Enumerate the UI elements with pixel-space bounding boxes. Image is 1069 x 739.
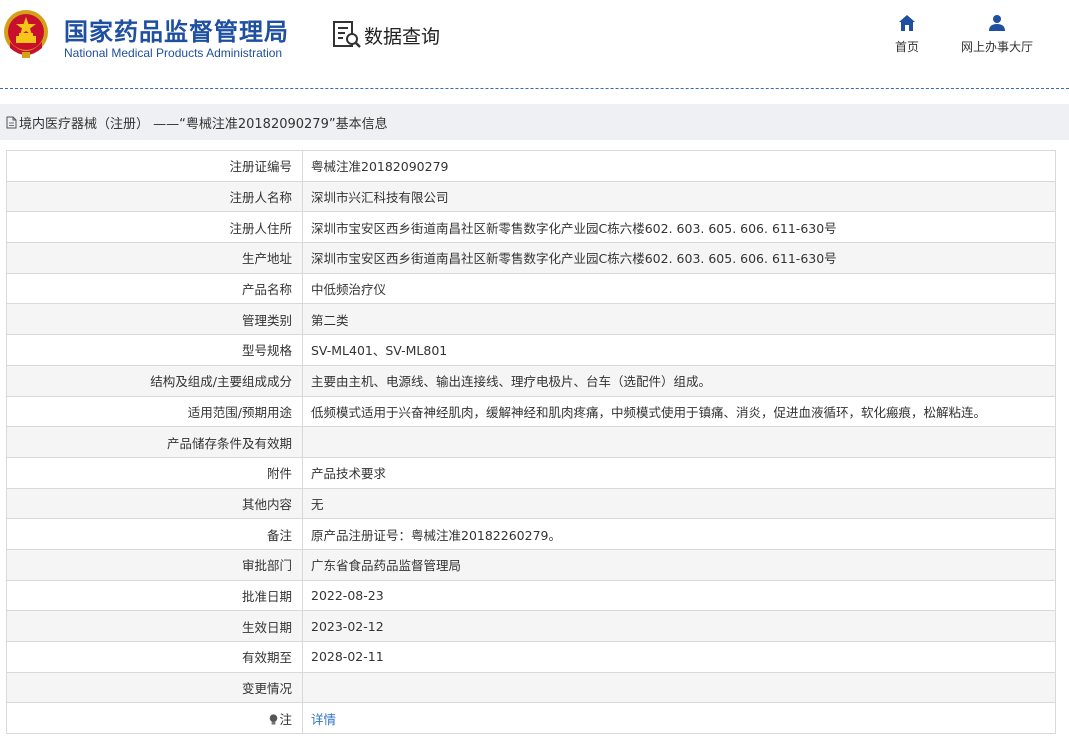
field-value: 中低频治疗仪: [302, 272, 1056, 305]
field-label: 适用范围/预期用途: [6, 395, 303, 428]
agency-name-en: National Medical Products Administration: [64, 46, 283, 60]
field-label: 结构及组成/主要组成成分: [6, 364, 303, 397]
field-value: 广东省食品药品监督管理局: [302, 548, 1056, 581]
breadcrumb: 境内医疗器械（注册） ——“粤械注准20182090279”基本信息: [0, 104, 1069, 140]
note-label-cell: 注: [6, 702, 303, 735]
user-icon: [989, 15, 1005, 31]
field-label: 批准日期: [6, 579, 303, 612]
field-label: 生产地址: [6, 242, 303, 274]
breadcrumb-text: 境内医疗器械（注册） ——“粤械注准20182090279”基本信息: [19, 116, 388, 132]
lightbulb-icon: [270, 714, 278, 725]
field-label: 审批部门: [6, 548, 303, 581]
field-value: 2022-08-23: [302, 579, 1056, 612]
field-value: 产品技术要求: [302, 456, 1056, 489]
field-value: 低频模式适用于兴奋神经肌肉，缓解神经和肌肉疼痛，中频模式使用于镇痛、消炎，促进血…: [302, 395, 1056, 428]
field-value: 2028-02-11: [302, 641, 1056, 673]
table-row: 注册人住所 深圳市宝安区西乡街道南昌社区新零售数字化产业园C栋六楼602. 603…: [6, 211, 1056, 244]
table-row: 生效日期 2023-02-12: [6, 610, 1056, 642]
document-icon: [6, 116, 17, 128]
note-value-cell: 详情: [302, 702, 1056, 735]
table-row: 变更情况: [6, 671, 1056, 704]
home-icon: [899, 15, 915, 31]
field-label: 其他内容: [6, 487, 303, 520]
table-row: 生产地址 深圳市宝安区西乡街道南昌社区新零售数字化产业园C栋六楼602. 603.…: [6, 242, 1056, 274]
nav-home-label: 首页: [894, 40, 919, 54]
table-row: 产品储存条件及有效期: [6, 426, 1056, 458]
field-label: 管理类别: [6, 303, 303, 336]
table-row: 有效期至 2028-02-11: [6, 641, 1056, 673]
table-row: 适用范围/预期用途 低频模式适用于兴奋神经肌肉，缓解神经和肌肉疼痛，中频模式使用于…: [6, 395, 1056, 428]
field-label: 注册证编号: [6, 150, 303, 182]
note-label: 注: [279, 711, 292, 727]
field-value: 2023-02-12: [302, 610, 1056, 642]
field-value: 深圳市宝安区西乡街道南昌社区新零售数字化产业园C栋六楼602. 603. 605…: [302, 242, 1056, 274]
field-value: 第二类: [302, 303, 1056, 336]
field-label: 有效期至: [6, 641, 303, 673]
table-row: 批准日期 2022-08-23: [6, 579, 1056, 612]
field-label: 生效日期: [6, 610, 303, 642]
field-label: 变更情况: [6, 671, 303, 704]
table-row: 其他内容无: [6, 487, 1056, 520]
field-value: [302, 671, 1056, 704]
details-link[interactable]: 详情: [311, 712, 336, 727]
field-label: 产品名称: [6, 272, 303, 305]
table-row: 注册人名称 深圳市兴汇科技有限公司: [6, 180, 1056, 213]
field-value: 无: [302, 487, 1056, 520]
agency-name-cn: 国家药品监督管理局: [64, 18, 289, 46]
data-query-icon: [333, 21, 361, 48]
nav-online-service-hall-label: 网上办事大厅: [960, 40, 1033, 54]
field-value: 粤械注准20182090279: [302, 150, 1056, 182]
field-label: 备注: [6, 518, 303, 550]
field-label: 注册人住所: [6, 211, 303, 244]
field-value: SV-ML401、SV-ML801: [302, 334, 1056, 366]
table-row: 注册证编号 粤械注准20182090279: [6, 150, 1056, 182]
header-divider: [0, 88, 1069, 89]
field-value: 深圳市宝安区西乡街道南昌社区新零售数字化产业园C栋六楼602. 603. 605…: [302, 211, 1056, 244]
table-row: 型号规格 SV-ML401、SV-ML801: [6, 334, 1056, 366]
table-row: 备注 原产品注册证号：粤械注准20182260279。: [6, 518, 1056, 550]
field-value: [302, 426, 1056, 458]
note-row: 注 详情: [6, 702, 1056, 735]
national-emblem-icon: [4, 10, 48, 58]
registration-info-table: 注册证编号 粤械注准20182090279 注册人名称 深圳市兴汇科技有限公司 注册…: [6, 150, 1056, 735]
data-query-label: 数据查询: [364, 25, 441, 48]
nav-online-service-hall[interactable]: 网上办事大厅: [947, 14, 1047, 55]
field-label: 附件: [6, 456, 303, 489]
table-row: 附件 产品技术要求: [6, 456, 1056, 489]
table-row: 审批部门 广东省食品药品监督管理局: [6, 548, 1056, 581]
table-row: 产品名称 中低频治疗仪: [6, 272, 1056, 305]
nav-home[interactable]: 首页: [857, 14, 957, 55]
field-value: 原产品注册证号：粤械注准20182260279。: [302, 518, 1056, 550]
field-label: 型号规格: [6, 334, 303, 366]
field-value: 主要由主机、电源线、输出连接线、理疗电极片、台车（选配件）组成。: [302, 364, 1056, 397]
table-row: 管理类别 第二类: [6, 303, 1056, 336]
field-value: 深圳市兴汇科技有限公司: [302, 180, 1056, 213]
field-label: 产品储存条件及有效期: [6, 426, 303, 458]
data-query-title: 数据查询: [332, 20, 440, 50]
site-header: 国家药品监督管理局 National Medical Products Admi…: [0, 0, 1069, 88]
field-label: 注册人名称: [6, 180, 303, 213]
table-row: 结构及组成/主要组成成分 主要由主机、电源线、输出连接线、理疗电极片、台车（选配件…: [6, 364, 1056, 397]
